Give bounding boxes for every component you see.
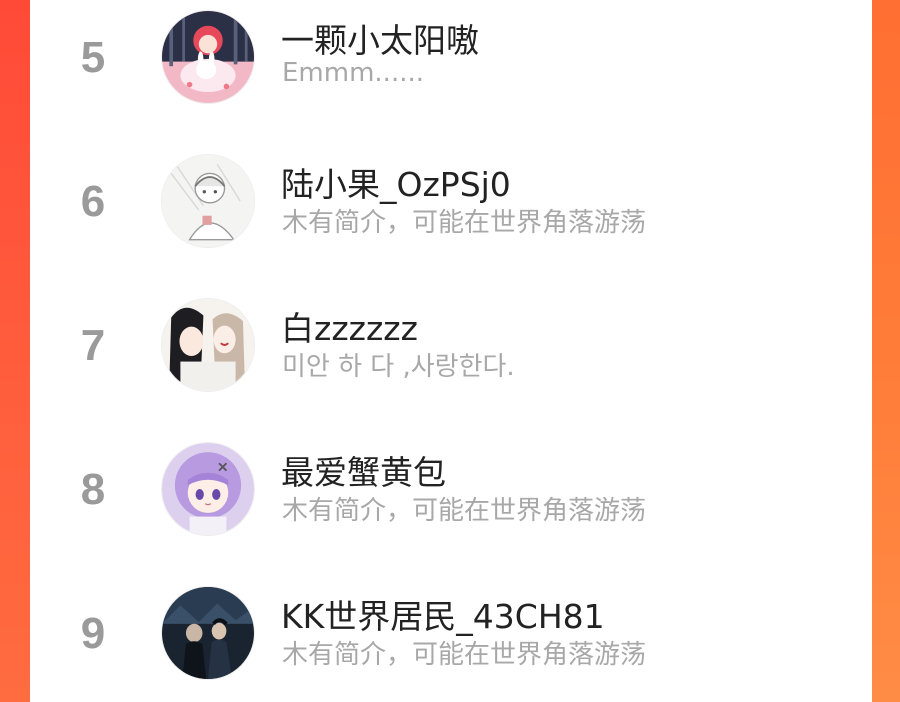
right-gradient-edge bbox=[870, 0, 900, 702]
user-bio: 木有简介，可能在世界角落游荡 bbox=[282, 640, 647, 670]
avatar[interactable] bbox=[161, 298, 255, 392]
user-name[interactable]: 白zzzzzz bbox=[281, 302, 418, 350]
two-anime-characters-avatar bbox=[162, 299, 254, 391]
ranking-row[interactable]: 6 陆小果_OzPSj0 木有简介，可能在世界角落游荡 bbox=[30, 144, 872, 264]
rank-number: 8 bbox=[80, 465, 106, 514]
user-name[interactable]: KK世界居民_43CH81 bbox=[281, 590, 605, 638]
rank-number: 9 bbox=[80, 609, 106, 658]
rank-number: 6 bbox=[80, 177, 106, 226]
user-bio: Emmm...... bbox=[282, 58, 424, 88]
avatar[interactable] bbox=[161, 442, 255, 536]
ranking-row[interactable]: 5 一颗小太阳嗷 Emmm...... bbox=[30, 0, 872, 120]
user-name[interactable]: 一颗小太阳嗷 bbox=[281, 14, 479, 62]
purple-hair-anime-girl-avatar bbox=[162, 443, 254, 535]
rank-number: 7 bbox=[80, 321, 106, 370]
user-name[interactable]: 陆小果_OzPSj0 bbox=[281, 158, 511, 206]
rank-number: 5 bbox=[80, 33, 106, 82]
user-bio: 木有简介，可能在世界角落游荡 bbox=[282, 496, 647, 526]
avatar[interactable] bbox=[161, 586, 255, 680]
user-name[interactable]: 最爱蟹黄包 bbox=[281, 446, 446, 494]
ranking-list-panel: 5 一颗小太阳嗷 Emmm...... 6 陆小果_OzPSj0 木有简介，可能… bbox=[30, 0, 872, 702]
anime-girl-red-hair-with-bunny-avatar bbox=[162, 11, 254, 103]
avatar[interactable] bbox=[161, 10, 255, 104]
ranking-row[interactable]: 9 KK世界居民_43CH81 木有简介，可能在世界角落游荡 bbox=[30, 576, 872, 696]
dark-night-scene-characters-avatar bbox=[162, 587, 254, 679]
left-gradient-edge bbox=[0, 0, 30, 702]
user-bio: 미안 하 다 ,사랑한다. bbox=[282, 352, 515, 382]
ranking-row[interactable]: 7 白zzzzzz 미안 하 다 ,사랑한다. bbox=[30, 288, 872, 408]
user-bio: 木有简介，可能在世界角落游荡 bbox=[282, 208, 647, 238]
ranking-row[interactable]: 8 最爱蟹黄包 木有简介，可能在世界角落游荡 bbox=[30, 432, 872, 552]
avatar[interactable] bbox=[161, 154, 255, 248]
sketch-anime-character-avatar bbox=[162, 155, 254, 247]
